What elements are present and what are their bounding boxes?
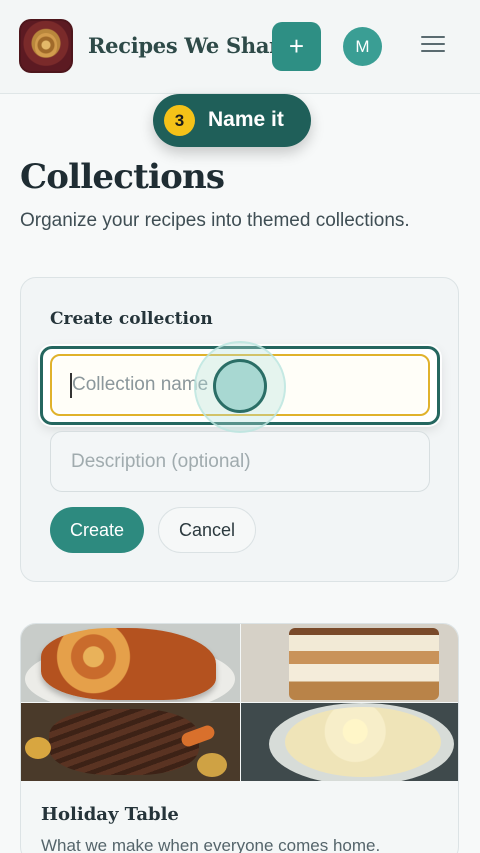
potato: [25, 737, 51, 759]
tree-emblem-logo-icon[interactable]: [19, 19, 73, 73]
menu-line: [421, 43, 445, 45]
text-caret: [70, 373, 72, 398]
brand-title[interactable]: Recipes We Share: [88, 33, 293, 58]
tree-emblem: [35, 33, 57, 57]
hamburger-menu-icon[interactable]: [421, 36, 445, 56]
app-screen: Recipes We Share + M Collections Organiz…: [0, 0, 480, 853]
roast-beef: [49, 709, 199, 775]
step-instruction: Name it: [208, 108, 284, 131]
menu-line: [421, 36, 445, 38]
cancel-button[interactable]: Cancel: [158, 507, 256, 553]
plus-icon: +: [288, 31, 305, 61]
step-number-badge: 3: [164, 105, 195, 136]
touch-indicator-dot: [213, 359, 267, 413]
potato: [197, 753, 227, 777]
collection-cover-mosaic: [21, 624, 458, 781]
menu-line: [421, 50, 445, 52]
avatar[interactable]: M: [343, 27, 382, 66]
tiramisu-image: [241, 624, 458, 702]
top-header: Recipes We Share + M: [0, 0, 480, 94]
mashed-potatoes: [285, 707, 441, 777]
lasagna-image: [21, 624, 240, 702]
step-callout: 3 Name it: [153, 94, 311, 147]
page-subtitle: Organize your recipes into themed collec…: [20, 210, 410, 231]
collection-card[interactable]: Holiday Table What we make when everyone…: [20, 623, 459, 853]
description-input[interactable]: [50, 431, 430, 492]
lasagna: [41, 628, 216, 700]
collection-title[interactable]: Holiday Table: [41, 804, 179, 825]
mashed-potatoes-image: [241, 703, 458, 781]
tiramisu: [289, 628, 439, 700]
create-collection-title: Create collection: [50, 309, 213, 329]
pot-roast-image: [21, 703, 240, 781]
collection-description: What we make when everyone comes home.: [41, 836, 381, 853]
add-recipe-button[interactable]: +: [272, 22, 321, 71]
page-title: Collections: [20, 157, 225, 197]
create-button[interactable]: Create: [50, 507, 144, 553]
